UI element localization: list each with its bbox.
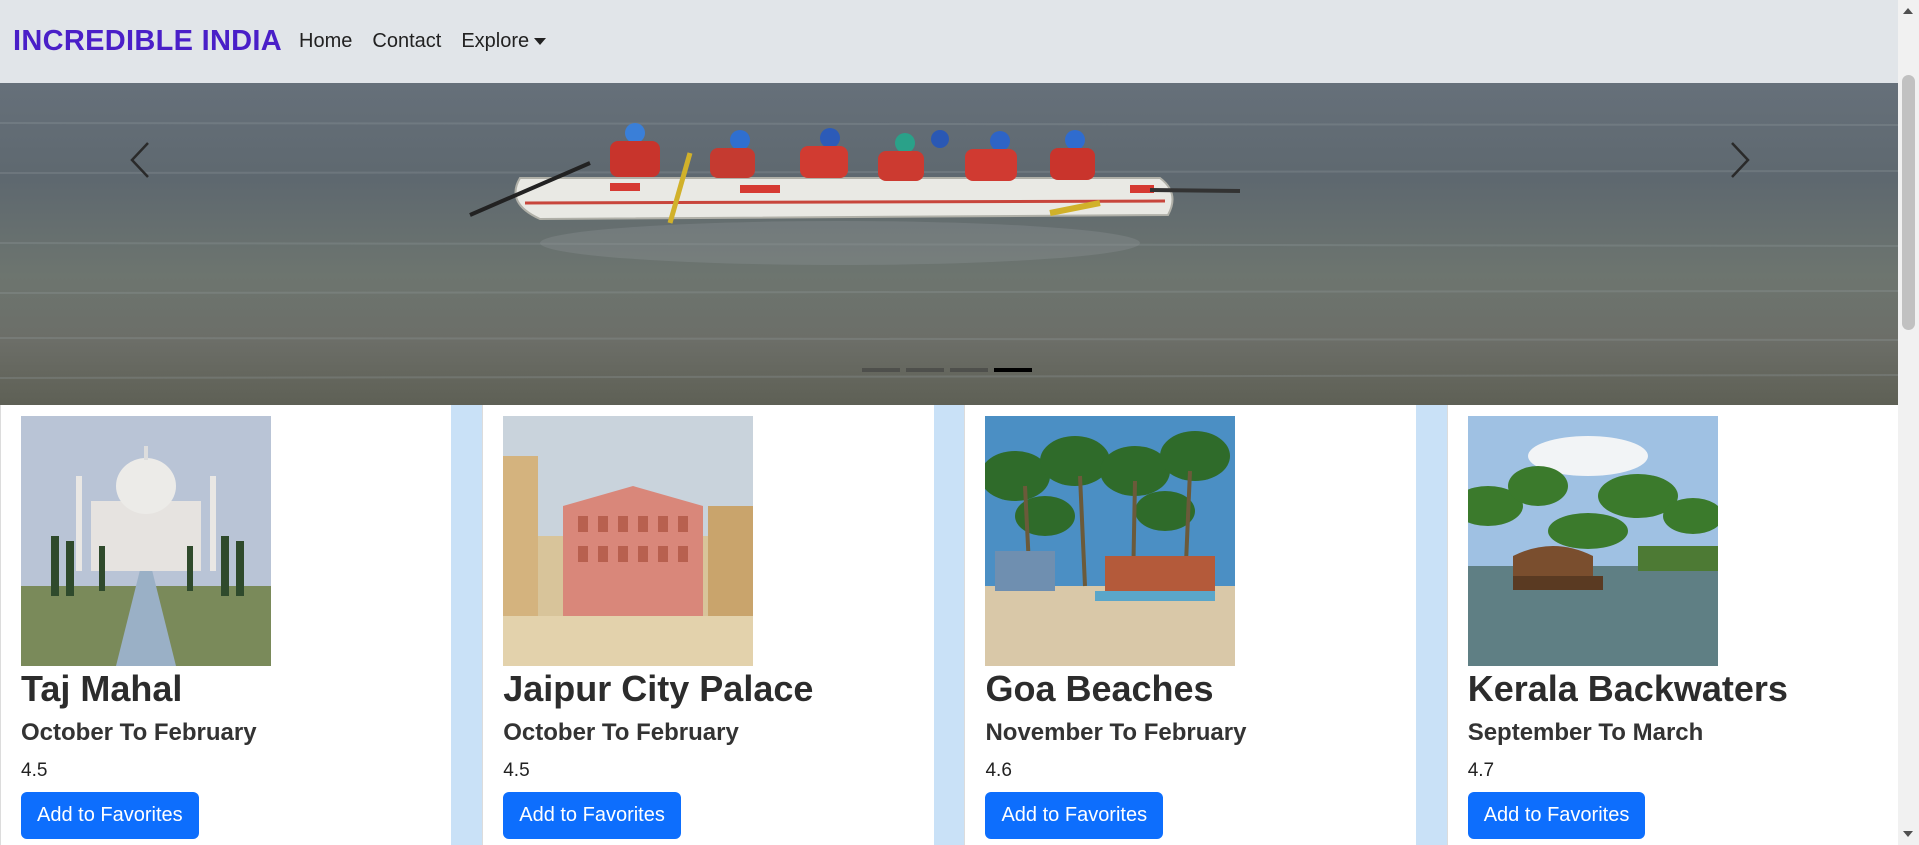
nav-dropdown-label: Explore <box>461 30 530 52</box>
chevron-left-icon <box>130 142 149 178</box>
page-scrollbar[interactable] <box>1898 0 1919 845</box>
chevron-right-icon <box>1731 142 1750 178</box>
brand-logo[interactable]: INCREDIBLE INDIA <box>13 25 282 58</box>
carousel-indicator[interactable] <box>906 368 944 372</box>
destination-name: Jaipur City Palace <box>503 668 814 709</box>
carousel-slide-image <box>0 122 1898 379</box>
destination-name: Taj Mahal <box>21 668 183 709</box>
carousel-prev-button[interactable] <box>120 135 160 185</box>
add-to-favorites-button[interactable]: Add to Favorites <box>1467 792 1646 839</box>
destination-card: Goa Beaches November To February 4.6 Add… <box>964 405 1416 845</box>
destination-rating: 4.5 <box>21 760 48 781</box>
destination-image <box>1467 416 1718 666</box>
destination-season: September To March <box>1467 719 1704 746</box>
destination-rating: 4.7 <box>1467 760 1495 781</box>
destination-rating: 4.5 <box>503 760 530 781</box>
destination-season: October To February <box>21 719 257 746</box>
caret-down-icon <box>534 38 547 46</box>
scrollbar-thumb[interactable] <box>1902 75 1915 330</box>
column-gutter <box>933 405 965 845</box>
carousel-next-button[interactable] <box>1720 135 1760 185</box>
scroll-down-arrow-icon[interactable] <box>1903 831 1913 837</box>
destination-image <box>985 416 1236 666</box>
destination-name: Goa Beaches <box>985 668 1214 709</box>
destination-card: Jaipur City Palace October To February 4… <box>482 405 934 845</box>
add-to-favorites-button[interactable]: Add to Favorites <box>985 792 1164 839</box>
add-to-favorites-button[interactable]: Add to Favorites <box>21 792 199 839</box>
navbar: INCREDIBLE INDIA Home Contact Explore <box>0 0 1898 83</box>
destination-image <box>21 416 271 666</box>
column-gutter <box>451 405 483 845</box>
carousel-indicator-active[interactable] <box>994 368 1032 372</box>
destination-season: November To February <box>985 719 1247 746</box>
column-gutter <box>1415 405 1447 845</box>
nav-link-home[interactable]: Home <box>299 30 352 53</box>
destination-season: October To February <box>503 719 739 746</box>
carousel-indicator[interactable] <box>862 368 900 372</box>
nav-links: Home Contact Explore <box>299 30 566 53</box>
nav-link-contact[interactable]: Contact <box>372 30 441 53</box>
add-to-favorites-button[interactable]: Add to Favorites <box>503 792 681 839</box>
carousel-indicators <box>862 368 1032 372</box>
scroll-up-arrow-icon[interactable] <box>1903 8 1913 14</box>
nav-dropdown-explore[interactable]: Explore <box>461 30 547 53</box>
destination-card: Taj Mahal October To February 4.5 Add to… <box>0 405 452 845</box>
destination-rating: 4.6 <box>985 760 1012 781</box>
destination-card: Kerala Backwaters September To March 4.7… <box>1446 405 1898 845</box>
destination-image <box>503 416 754 666</box>
destination-name: Kerala Backwaters <box>1467 668 1788 709</box>
destination-cards: Taj Mahal October To February 4.5 Add to… <box>0 405 1898 845</box>
hero-carousel <box>0 83 1898 405</box>
carousel-indicator[interactable] <box>950 368 988 372</box>
